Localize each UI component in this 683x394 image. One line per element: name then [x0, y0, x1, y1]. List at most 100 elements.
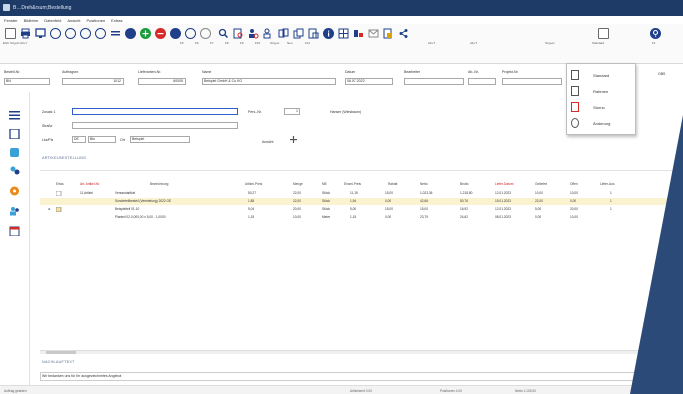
record-next-icon[interactable]	[80, 28, 91, 39]
ab-nr-label: Ab.-Nr.	[468, 70, 479, 74]
dropdown-item-aenderung[interactable]: Änderung	[571, 118, 633, 130]
col-me[interactable]: ME	[322, 182, 327, 186]
add-icon[interactable]	[140, 28, 151, 39]
new-record-icon[interactable]	[125, 28, 136, 39]
search-icon[interactable]	[218, 28, 229, 39]
col-bezeichnung[interactable]: Bezeichnung	[150, 182, 168, 186]
dropdown-label: Standard	[593, 73, 610, 78]
table-horizontal-scrollbar[interactable]	[40, 350, 640, 354]
auftragsnr-input[interactable]: 1012	[62, 78, 124, 85]
mail-icon[interactable]	[368, 28, 379, 39]
settings-icon[interactable]	[9, 186, 20, 196]
standard-doc-icon[interactable]	[598, 28, 609, 39]
zusatz-label: Zusatz 1	[42, 110, 56, 114]
grid-icon[interactable]	[338, 28, 349, 39]
record-prev-icon[interactable]	[65, 28, 76, 39]
datum-input[interactable]: 06.07.2022	[345, 78, 393, 85]
toolbar-label-altt2: Alt+T	[470, 41, 478, 45]
cell-menge: 22,00	[293, 199, 301, 203]
status-left: Auftrag geladen	[4, 389, 27, 393]
cell-brutto: 50,76	[460, 199, 468, 203]
name-input[interactable]: Beispiel GmbH & Co KG	[202, 78, 336, 85]
table-row[interactable]: Sonderteilbestell (Vermietung) 2022 GE 1…	[40, 198, 683, 205]
col-liefer-aus[interactable]: Liefer-Aus	[600, 182, 615, 186]
col-netto[interactable]: Netto	[420, 182, 428, 186]
app-icon	[3, 4, 10, 11]
dropdown-item-storno[interactable]: Storno	[571, 102, 633, 114]
attachment-icon[interactable]	[383, 28, 394, 39]
col-liefer-datum[interactable]: Liefer-Datum	[495, 182, 513, 186]
contacts-icon[interactable]	[9, 166, 20, 176]
ab-nr-input[interactable]	[468, 78, 496, 85]
person-search-icon[interactable]	[248, 28, 259, 39]
calendar-icon[interactable]	[9, 226, 20, 237]
col-einzel-preis[interactable]: Einzel-Preis	[344, 182, 361, 186]
cell-gel: 0,00	[535, 215, 542, 219]
save-icon[interactable]	[170, 28, 181, 39]
col-geliefert[interactable]: Geliefert	[535, 182, 547, 186]
sort-icon[interactable]	[353, 28, 364, 39]
cell-bez: Versandartikel	[115, 191, 136, 195]
person-list-icon[interactable]	[263, 28, 274, 39]
menu-item-datenfeld[interactable]: Datenfeld	[44, 18, 61, 23]
table-row[interactable]: ► Beispielteil 01-10 5,04 20,00 Stück 5,…	[40, 206, 683, 213]
shield-icon[interactable]	[9, 148, 20, 158]
ansicht-add-icon[interactable]	[290, 136, 297, 143]
cell-brutto: 24,62	[460, 215, 468, 219]
projekt-nr-input[interactable]	[502, 78, 562, 85]
print-icon[interactable]	[20, 28, 31, 39]
col-menge[interactable]: Menge	[293, 182, 303, 186]
info-icon[interactable]	[323, 28, 334, 39]
menu-item-positionen[interactable]: Positionen	[86, 18, 105, 23]
scrollbar-thumb[interactable]	[46, 351, 76, 354]
menu-item-bildbearbeitung[interactable]: Bildbtrm	[24, 18, 39, 23]
plz-label: Lkz/Plz	[42, 138, 54, 142]
share-icon[interactable]	[398, 28, 409, 39]
menu-item-extras[interactable]: Extras	[111, 18, 122, 23]
col-offen[interactable]: Offen	[570, 182, 578, 186]
datum-label: Datum	[345, 70, 356, 74]
menu-item-ansicht[interactable]: Ansicht	[67, 18, 80, 23]
export-icon[interactable]	[308, 28, 319, 39]
col-erfas[interactable]: Erfas.	[56, 182, 64, 186]
help-icon[interactable]	[650, 28, 661, 39]
search-doc-icon[interactable]	[233, 28, 244, 39]
ansicht-label: Ansicht	[262, 140, 274, 144]
document-icon[interactable]	[5, 28, 16, 39]
plz-input[interactable]: Bln	[88, 136, 116, 143]
col-brutto[interactable]: Brutto	[460, 182, 469, 186]
col-artikel-preis[interactable]: Artikel-Preis	[245, 182, 262, 186]
cell-off: 20,00	[570, 207, 578, 211]
monitor-icon[interactable]	[35, 28, 46, 39]
strasse-input[interactable]	[72, 122, 238, 129]
col-artikel-nr[interactable]: Art. Artikel-Nr.	[80, 182, 100, 186]
lkz-input[interactable]: DE	[72, 136, 86, 143]
delete-icon[interactable]	[155, 28, 166, 39]
dropdown-item-standard[interactable]: Standard	[571, 70, 633, 82]
bearbeiter-input[interactable]	[404, 78, 464, 85]
footer-text-input[interactable]: Wir bedanken uns für Ihr ausgezeichnetes…	[40, 372, 650, 381]
copy-icon[interactable]	[293, 28, 304, 39]
record-last-icon[interactable]	[95, 28, 106, 39]
cell-preis: 5,04	[248, 207, 255, 211]
cancel-icon[interactable]	[185, 28, 196, 39]
document-list-icon[interactable]	[9, 128, 20, 140]
col-rabatt[interactable]: Rabatt	[388, 182, 397, 186]
users-icon[interactable]	[9, 206, 20, 216]
cell-gel: 10,00	[535, 191, 543, 195]
refresh-icon[interactable]	[200, 28, 211, 39]
lieferanten-nr-input[interactable]: 60005	[138, 78, 186, 85]
menu-item-fenster[interactable]: Fenster	[4, 18, 18, 23]
record-first-icon[interactable]	[50, 28, 61, 39]
toolbar-label-altt: Alt+T	[428, 41, 436, 45]
menu-icon[interactable]	[9, 110, 20, 120]
table-row[interactable]: 11 Artikel Versandartikel 50,27 22,00 St…	[40, 190, 683, 197]
ort-input[interactable]: Beispiel	[130, 136, 190, 143]
table-row[interactable]: Planteil 02-0,000,00 x 5,00 - 1,0000 1,1…	[40, 214, 683, 221]
zusatz-input[interactable]	[72, 108, 238, 115]
list-icon[interactable]	[110, 28, 121, 39]
bestell-nr-input[interactable]: BN	[4, 78, 50, 85]
dropdown-item-rahmen[interactable]: Rahmen	[571, 86, 633, 98]
transfer-icon[interactable]	[278, 28, 289, 39]
pers-nr-input[interactable]: 1	[284, 108, 300, 115]
